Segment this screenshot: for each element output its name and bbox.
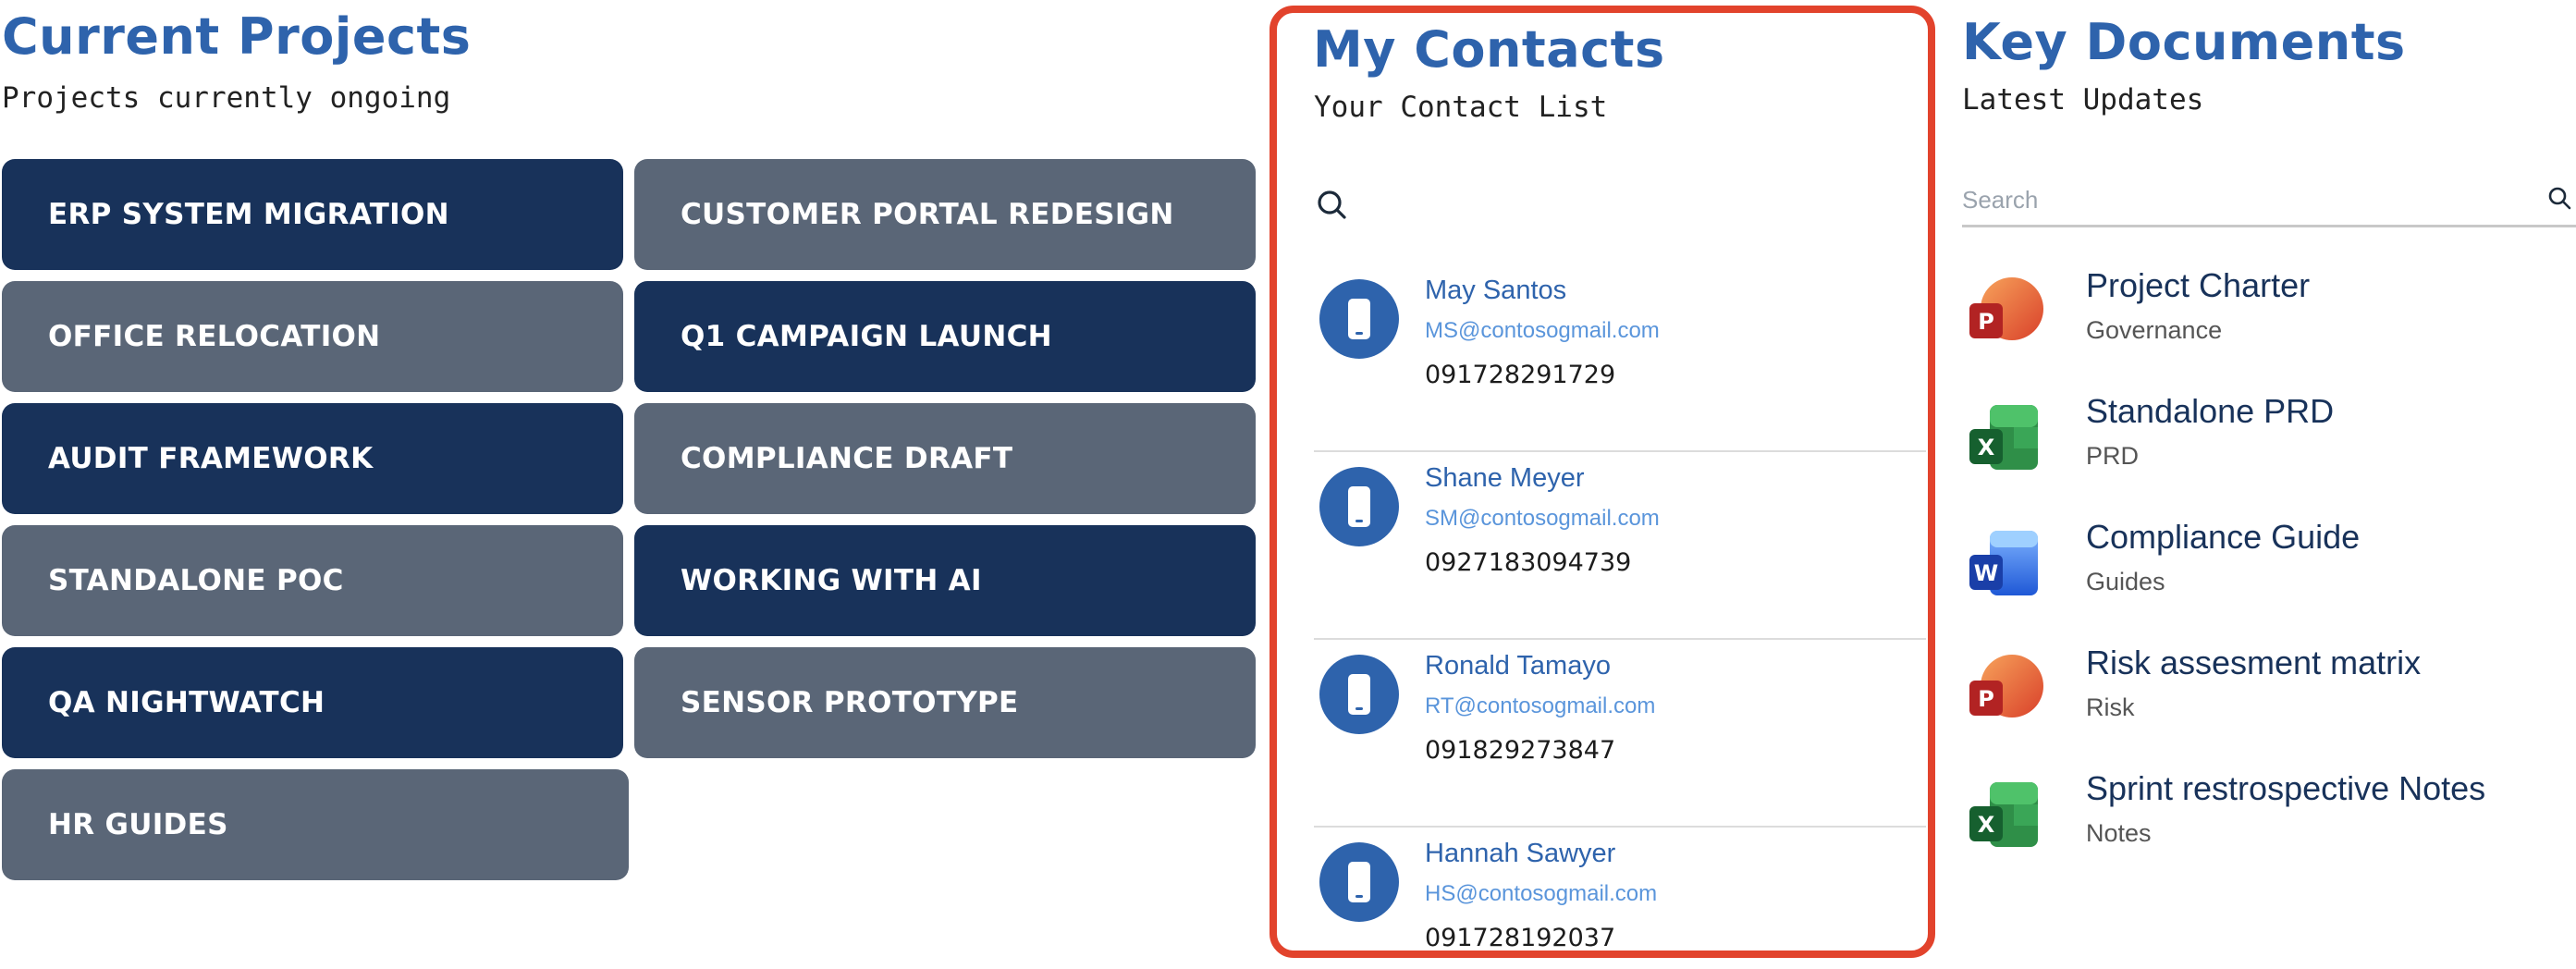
current-projects-section: Current Projects Projects currently ongo… — [0, 0, 1267, 969]
project-tile-audit-framework[interactable]: AUDIT FRAMEWORK — [2, 403, 623, 514]
contact-email[interactable]: MS@contosogmail.com — [1425, 318, 1660, 344]
project-tile-qa-nightwatch[interactable]: QA NIGHTWATCH — [2, 647, 623, 758]
powerpoint-icon: P — [1969, 277, 2043, 340]
project-tile-working-with-ai[interactable]: WORKING WITH AI — [634, 525, 1256, 636]
contact-name[interactable]: Ronald Tamayo — [1425, 651, 1611, 681]
document-category: Guides — [2086, 568, 2165, 595]
contact-phone: 091829273847 — [1425, 736, 1616, 765]
project-tile-erp-system-migration[interactable]: ERP SYSTEM MIGRATION — [2, 159, 623, 270]
projects-subtitle: Projects currently ongoing — [2, 81, 451, 115]
contact-name[interactable]: Shane Meyer — [1425, 463, 1585, 494]
contact-name[interactable]: May Santos — [1425, 276, 1566, 306]
contacts-subtitle: Your Contact List — [1314, 91, 1608, 124]
project-tile-q1-campaign-launch[interactable]: Q1 CAMPAIGN LAUNCH — [634, 281, 1256, 392]
document-item[interactable]: P Risk assesment matrix Risk — [1966, 636, 2576, 747]
document-title[interactable]: Risk assesment matrix — [2086, 644, 2421, 682]
documents-title: Key Documents — [1962, 13, 2406, 71]
search-icon[interactable] — [2546, 185, 2574, 213]
search-icon[interactable] — [1314, 187, 1351, 224]
avatar — [1319, 467, 1399, 546]
document-title[interactable]: Sprint restrospective Notes — [2086, 769, 2485, 808]
document-item[interactable]: P Project Charter Governance — [1966, 259, 2576, 370]
svg-text:X: X — [1978, 435, 1995, 460]
my-contacts-section: My Contacts Your Contact List May Santos… — [1270, 6, 1935, 958]
document-item[interactable]: X Standalone PRD PRD — [1966, 385, 2576, 496]
mobile-phone-icon — [1348, 674, 1370, 715]
document-item[interactable]: X Sprint restrospective Notes Notes — [1966, 762, 2576, 873]
project-tile-office-relocation[interactable]: OFFICE RELOCATION — [2, 281, 623, 392]
excel-icon: X — [1969, 782, 2038, 847]
contact-phone: 0927183094739 — [1425, 548, 1632, 577]
contact-email[interactable]: SM@contosogmail.com — [1425, 506, 1660, 532]
contact-phone: 091728192037 — [1425, 924, 1616, 952]
projects-title: Current Projects — [2, 7, 472, 66]
project-tile-hr-guides[interactable]: HR GUIDES — [2, 769, 629, 880]
document-category: PRD — [2086, 442, 2140, 470]
project-tile-customer-portal-redesign[interactable]: CUSTOMER PORTAL REDESIGN — [634, 159, 1256, 270]
document-category: Governance — [2086, 316, 2223, 344]
contact-name[interactable]: Hannah Sawyer — [1425, 839, 1615, 869]
document-item[interactable]: W Compliance Guide Guides — [1966, 510, 2576, 621]
powerpoint-icon: P — [1969, 655, 2043, 718]
contact-item[interactable]: Hannah Sawyer HS@contosogmail.com 091728… — [1314, 828, 1926, 952]
word-icon: W — [1969, 531, 2038, 595]
document-search-input[interactable] — [1962, 179, 2517, 220]
mobile-phone-icon — [1348, 862, 1370, 902]
contact-item[interactable]: Shane Meyer SM@contosogmail.com 09271830… — [1314, 452, 1926, 640]
contact-email[interactable]: HS@contosogmail.com — [1425, 881, 1657, 907]
svg-text:W: W — [1974, 560, 1998, 586]
contact-item[interactable]: May Santos MS@contosogmail.com 091728291… — [1314, 264, 1926, 452]
document-search-box — [1962, 176, 2576, 227]
dashboard-page: Current Projects Projects currently ongo… — [0, 0, 2576, 969]
mobile-phone-icon — [1348, 299, 1370, 339]
avatar — [1319, 655, 1399, 734]
avatar — [1319, 842, 1399, 922]
document-title[interactable]: Standalone PRD — [2086, 392, 2334, 431]
contacts-title: My Contacts — [1313, 20, 1665, 79]
document-category: Notes — [2086, 819, 2152, 847]
key-documents-section: Key Documents Latest Updates P Proje — [1960, 0, 2576, 969]
project-tile-sensor-prototype[interactable]: SENSOR PROTOTYPE — [634, 647, 1256, 758]
documents-subtitle: Latest Updates — [1962, 83, 2204, 117]
contact-item[interactable]: Ronald Tamayo RT@contosogmail.com 091829… — [1314, 640, 1926, 828]
project-tile-standalone-poc[interactable]: STANDALONE POC — [2, 525, 623, 636]
contact-email[interactable]: RT@contosogmail.com — [1425, 693, 1655, 719]
svg-text:X: X — [1978, 812, 1995, 838]
document-category: Risk — [2086, 693, 2135, 721]
document-title[interactable]: Compliance Guide — [2086, 518, 2360, 557]
avatar — [1319, 279, 1399, 359]
contact-phone: 091728291729 — [1425, 361, 1616, 389]
excel-icon: X — [1969, 405, 2038, 470]
project-tile-compliance-draft[interactable]: COMPLIANCE DRAFT — [634, 403, 1256, 514]
document-title[interactable]: Project Charter — [2086, 266, 2310, 305]
svg-text:P: P — [1978, 686, 1994, 712]
svg-text:P: P — [1978, 309, 1994, 335]
mobile-phone-icon — [1348, 486, 1370, 527]
